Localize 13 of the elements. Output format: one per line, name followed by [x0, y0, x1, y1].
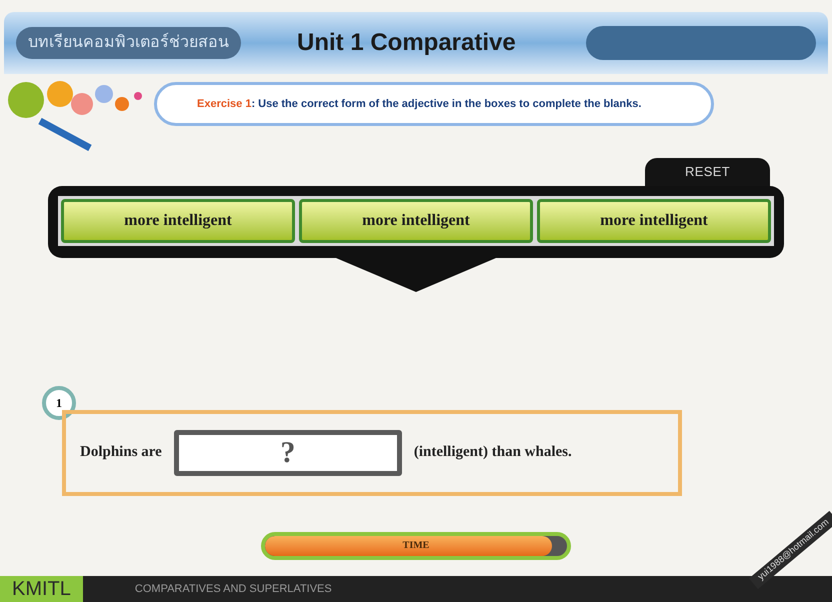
question-number: 1 — [42, 386, 76, 420]
answer-choice[interactable]: more intelligent — [299, 198, 533, 242]
question-text: Dolphins are — [80, 443, 162, 462]
answer-field[interactable]: ? — [174, 430, 402, 476]
question-text: (intelligent) than whales. — [414, 443, 572, 462]
unit-title: Unit 1 Comparative — [297, 28, 516, 58]
timer-label: TIME — [402, 539, 430, 553]
footer-logo: KMITL — [0, 576, 83, 602]
footer-caption: COMPARATIVES AND SUPERLATIVES — [134, 582, 332, 597]
instruction-text: Exercise 1: Use the correct form of the adjective in the boxes to complete the blanks. — [197, 96, 642, 112]
course-subtitle: บทเรียนคอมพิวเตอร์ช่วยสอน — [16, 27, 241, 59]
answer-choice[interactable]: more intelligent — [537, 198, 771, 242]
answer-choice[interactable]: more intelligent — [61, 198, 295, 242]
